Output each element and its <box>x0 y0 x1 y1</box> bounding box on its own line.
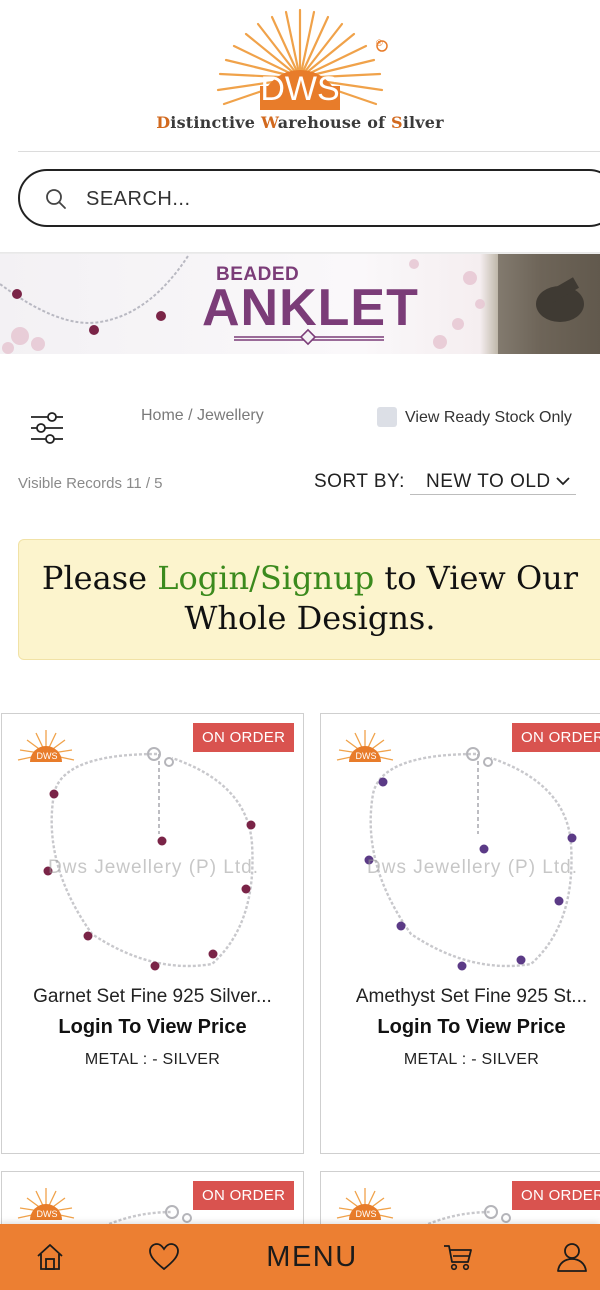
heart-icon[interactable] <box>148 1242 180 1272</box>
header-divider <box>18 151 600 152</box>
bead <box>396 921 406 931</box>
bead <box>378 777 388 787</box>
tagline-part: W <box>260 113 278 132</box>
nav-home[interactable] <box>20 1224 80 1290</box>
search-input[interactable] <box>86 185 566 213</box>
ready-stock-filter[interactable]: View Ready Stock Only <box>377 407 572 427</box>
login-to-view-price[interactable]: Login To View Price <box>2 1016 303 1039</box>
bead <box>241 884 251 894</box>
product-name[interactable]: Amethyst Set Fine 925 St... <box>321 986 600 1008</box>
tagline-part: S <box>390 113 403 132</box>
tagline-part: ilver <box>402 113 444 132</box>
mini-logo-text: DWS <box>355 751 377 761</box>
logo-text: DWS <box>260 70 340 108</box>
category-banner[interactable]: BEADED ANKLET <box>0 254 600 354</box>
ready-stock-checkbox[interactable] <box>377 407 397 427</box>
product-watermark: Dws Jewellery (P) Ltd. <box>48 857 259 878</box>
banner-title: ANKLET <box>202 279 419 337</box>
chevron-down-icon <box>556 477 570 486</box>
sort-dropdown[interactable]: NEW TO OLD <box>410 467 576 495</box>
filter-sliders-icon[interactable] <box>30 410 64 446</box>
tagline-part: D <box>156 113 171 132</box>
search-icon[interactable] <box>44 187 68 211</box>
nav-menu-button[interactable]: MENU <box>250 1224 374 1290</box>
login-signup-link[interactable]: Login/Signup <box>157 559 374 597</box>
bead <box>567 833 577 843</box>
bead <box>49 789 59 799</box>
bead <box>246 820 256 830</box>
product-card[interactable]: DWS Dws Jewellery (P) Ltd. ON ORDER Amet… <box>320 713 600 1154</box>
bead <box>516 955 526 965</box>
search-bar[interactable] <box>18 169 600 227</box>
on-order-badge: ON ORDER <box>193 723 295 752</box>
nav-wishlist[interactable] <box>134 1224 194 1290</box>
on-order-badge: ON ORDER <box>512 723 600 752</box>
mini-logo-text: DWS <box>36 1209 58 1219</box>
bead <box>83 931 93 941</box>
breadcrumb[interactable]: Home / Jewellery <box>141 407 264 425</box>
nav-cart[interactable] <box>428 1224 488 1290</box>
on-order-badge: ON ORDER <box>512 1181 600 1210</box>
product-watermark: Dws Jewellery (P) Ltd. <box>367 857 578 878</box>
on-order-badge: ON ORDER <box>193 1181 295 1210</box>
bottom-nav: MENU <box>0 1224 600 1290</box>
product-name[interactable]: Garnet Set Fine 925 Silver... <box>2 986 303 1008</box>
mini-logo-text: DWS <box>36 751 58 761</box>
bead <box>208 949 218 959</box>
logo-tagline: Distinctive Warehouse of Silver <box>0 113 600 132</box>
bead <box>150 961 160 971</box>
sort-label: SORT BY: <box>314 471 405 492</box>
bead <box>479 844 489 854</box>
notice-prefix: Please <box>41 559 158 597</box>
product-metal: METAL : - SILVER <box>403 1051 540 1068</box>
cart-icon[interactable] <box>442 1242 474 1272</box>
product-metal: METAL : - SILVER <box>84 1051 221 1068</box>
tagline-part: arehouse of <box>277 113 391 132</box>
visible-records-count: Visible Records 11 / 5 <box>18 475 163 492</box>
ready-stock-label: View Ready Stock Only <box>405 409 572 426</box>
login-notice: Please Login/Signup to View Our Whole De… <box>18 539 600 660</box>
sort-selected-value: NEW TO OLD <box>426 471 551 492</box>
user-icon[interactable] <box>556 1241 588 1273</box>
tagline-part: istinctive <box>170 113 261 132</box>
home-icon[interactable] <box>35 1242 65 1272</box>
bead <box>457 961 467 971</box>
login-notice-text: Please Login/Signup to View Our Whole De… <box>19 558 600 638</box>
nav-account[interactable] <box>544 1224 600 1290</box>
login-to-view-price[interactable]: Login To View Price <box>321 1016 600 1039</box>
mini-logo-text: DWS <box>355 1209 377 1219</box>
bead <box>554 896 564 906</box>
bead <box>157 836 167 846</box>
product-card[interactable]: DWS Dws Jewellery (P) Ltd. ON ORDER Garn… <box>1 713 304 1154</box>
site-header: DWS ® Distinctive Warehouse of Silver <box>0 0 600 152</box>
registered-mark: ® <box>376 38 383 48</box>
